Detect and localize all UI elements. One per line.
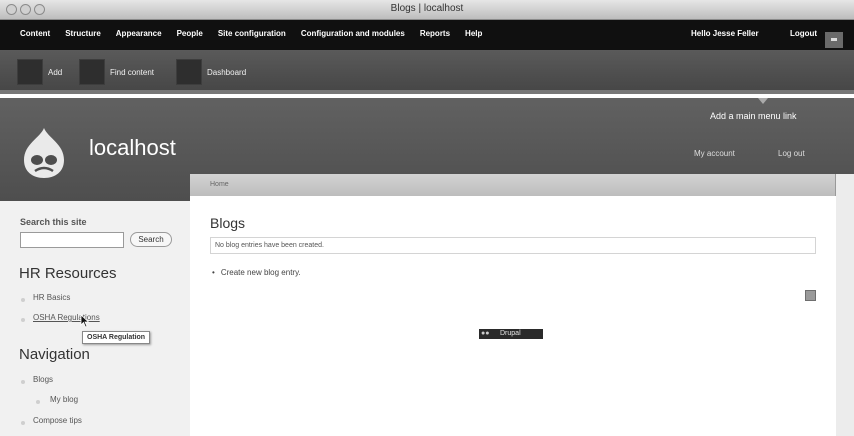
main-content: Blogs No blog entries have been created.…	[190, 196, 836, 436]
powered-by-drupal-badge[interactable]: ●● Drupal	[479, 329, 543, 339]
sidebar-link-my-blog[interactable]: My blog	[50, 395, 78, 404]
admin-menu-structure[interactable]: Structure	[65, 29, 101, 38]
admin-menu-reports[interactable]: Reports	[420, 29, 450, 38]
sidebar-link-compose-tips[interactable]: Compose tips	[33, 416, 82, 425]
bullet-icon	[21, 298, 25, 302]
empty-message: No blog entries have been created.	[210, 237, 816, 254]
shortcut-find-content-label: Find content	[110, 67, 155, 77]
bullet-icon	[21, 318, 25, 322]
drupal-logo-icon[interactable]	[18, 126, 70, 180]
mouse-cursor-icon	[80, 314, 90, 328]
shortcut-dashboard[interactable]: Dashboard	[176, 59, 246, 85]
search-button[interactable]: Search	[130, 232, 172, 247]
site-name-link[interactable]: localhost	[89, 135, 176, 161]
window-edge	[836, 174, 854, 436]
window-titlebar: Blogs | localhost	[0, 0, 854, 20]
admin-menu-site-configuration[interactable]: Site configuration	[218, 29, 286, 38]
admin-menu-content[interactable]: Content	[20, 29, 50, 38]
shortcuts-bar: Add Find content Dashboard	[0, 50, 854, 94]
my-account-link[interactable]: My account	[694, 149, 735, 158]
admin-menu-appearance[interactable]: Appearance	[116, 29, 162, 38]
create-blog-entry-link[interactable]: Create new blog entry.	[212, 268, 301, 277]
shortcuts-toggle-button[interactable]	[825, 32, 843, 48]
powered-by-label: Drupal	[500, 330, 521, 337]
search-label: Search this site	[20, 217, 87, 227]
add-icon	[17, 59, 43, 85]
breadcrumb-home-link[interactable]: Home	[210, 181, 229, 188]
user-greeting: Hello Jesse Feller	[691, 29, 759, 38]
breadcrumb-bar: Home	[190, 174, 836, 196]
sidebar-link-blogs[interactable]: Blogs	[33, 375, 53, 384]
shortcut-add-label: Add	[48, 67, 63, 77]
admin-menu-configuration-modules[interactable]: Configuration and modules	[301, 29, 405, 38]
bullet-icon	[21, 380, 25, 384]
sidebar-link-hr-basics[interactable]: HR Basics	[33, 293, 70, 302]
header-logout-link[interactable]: Log out	[778, 149, 805, 158]
drupal-drop-icon: ●●	[481, 330, 490, 337]
admin-menu: Content Structure Appearance People Site…	[20, 29, 482, 38]
dashboard-icon	[176, 59, 202, 85]
caret-down-icon	[758, 98, 768, 104]
shortcut-add[interactable]: Add	[17, 59, 62, 85]
shortcut-find-content[interactable]: Find content	[79, 59, 154, 85]
rss-feed-icon[interactable]	[805, 290, 816, 301]
page-title: Blogs	[210, 215, 246, 231]
admin-logout-link[interactable]: Logout	[790, 29, 817, 38]
hr-resources-title: HR Resources	[19, 265, 117, 282]
bullet-icon	[36, 400, 40, 404]
window-title: Blogs | localhost	[390, 3, 464, 14]
admin-menu-people[interactable]: People	[177, 29, 203, 38]
admin-toolbar: Content Structure Appearance People Site…	[0, 20, 854, 50]
navigation-title: Navigation	[19, 346, 90, 363]
admin-menu-help[interactable]: Help	[465, 29, 482, 38]
shortcut-dashboard-label: Dashboard	[207, 67, 247, 77]
find-content-icon	[79, 59, 105, 85]
user-name-link[interactable]: Jesse Feller	[713, 29, 759, 38]
bullet-icon	[21, 421, 25, 425]
sidebar: Search this site Search HR Resources HR …	[0, 201, 190, 436]
search-input[interactable]	[20, 232, 124, 248]
link-tooltip: OSHA Regulation	[82, 331, 151, 344]
greeting-prefix: Hello	[691, 29, 713, 38]
add-main-menu-link[interactable]: Add a main menu link	[710, 111, 797, 121]
